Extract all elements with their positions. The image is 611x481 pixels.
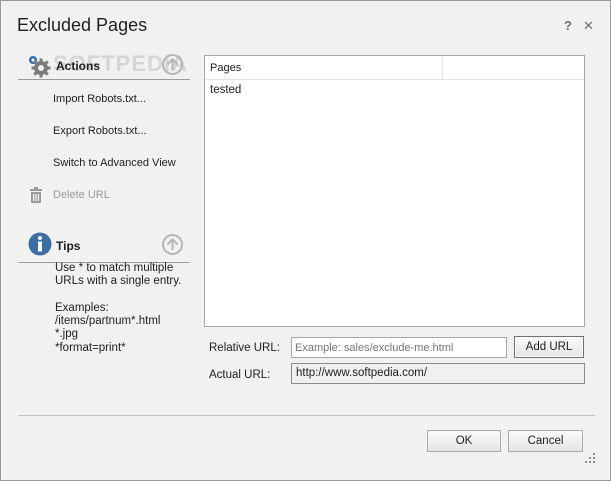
add-url-button[interactable]: Add URL: [514, 336, 584, 358]
advanced-view-action[interactable]: Switch to Advanced View: [53, 157, 176, 169]
actions-header-label: Actions: [56, 59, 101, 73]
relative-url-input[interactable]: [291, 337, 507, 358]
gear-icon: [29, 56, 51, 78]
actual-url-field: http://www.softpedia.com/: [291, 363, 585, 384]
collapse-up-icon: [166, 238, 179, 250]
relative-url-label: Relative URL:: [209, 342, 280, 354]
help-button[interactable]: ?: [564, 18, 572, 33]
actual-url-label: Actual URL:: [209, 369, 271, 381]
column-separator: [442, 56, 443, 80]
list-item[interactable]: tested: [210, 84, 241, 96]
tips-section-header: Tips: [18, 232, 190, 262]
pages-list-header: Pages: [205, 56, 584, 80]
pages-column-header[interactable]: Pages: [210, 62, 241, 74]
cancel-button[interactable]: Cancel: [508, 430, 583, 452]
ok-button[interactable]: OK: [427, 430, 501, 452]
info-icon: [28, 232, 52, 256]
actions-section-header: Actions: [18, 52, 190, 80]
dialog-title: Excluded Pages: [17, 15, 148, 35]
pages-list[interactable]: Pages tested: [204, 55, 585, 327]
collapse-actions-button[interactable]: [162, 54, 183, 75]
import-robots-action[interactable]: Import Robots.txt...: [53, 93, 146, 105]
collapse-up-icon: [166, 58, 179, 70]
footer-divider: [18, 415, 595, 416]
tips-header-label: Tips: [56, 239, 81, 253]
resize-grip-icon[interactable]: [584, 452, 596, 464]
collapse-tips-button[interactable]: [162, 234, 183, 255]
dialog-window: Excluded Pages ? ✕ SOFTPEDIA Actions Imp…: [0, 0, 611, 481]
actions-divider: [18, 79, 190, 80]
close-button[interactable]: ✕: [583, 18, 594, 34]
trash-icon: [30, 187, 42, 203]
tips-text: Use * to match multiple URLs with a sing…: [55, 262, 182, 354]
delete-url-action: Delete URL: [53, 189, 110, 201]
export-robots-action[interactable]: Export Robots.txt...: [53, 125, 147, 137]
